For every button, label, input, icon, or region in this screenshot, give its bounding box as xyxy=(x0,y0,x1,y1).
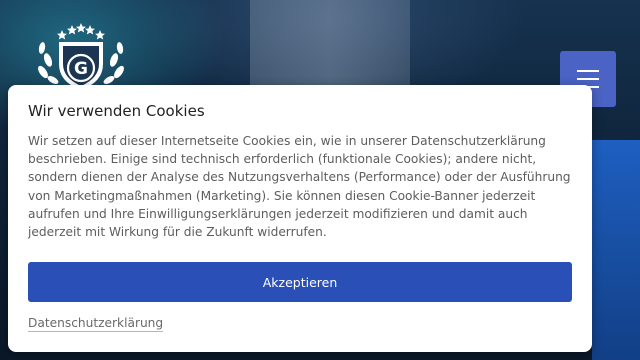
site-logo[interactable]: G xyxy=(28,20,134,90)
dialog-description: Wir setzen auf dieser Internetseite Cook… xyxy=(28,134,571,240)
hamburger-icon-bar xyxy=(577,78,599,80)
accept-cookies-button[interactable]: Akzeptieren xyxy=(28,262,572,303)
shield-laurel-logo: G xyxy=(38,23,124,90)
dialog-title: Wir verwenden Cookies xyxy=(28,102,205,120)
cookie-consent-dialog: Wir verwenden Cookies Wir setzen auf die… xyxy=(8,85,592,352)
hamburger-icon-bar xyxy=(577,70,599,72)
background-blue-panel xyxy=(592,140,640,360)
logo-letter: G xyxy=(74,59,88,79)
privacy-policy-link[interactable]: Datenschutzerklärung xyxy=(28,316,164,333)
background-light-stripe xyxy=(250,0,410,90)
